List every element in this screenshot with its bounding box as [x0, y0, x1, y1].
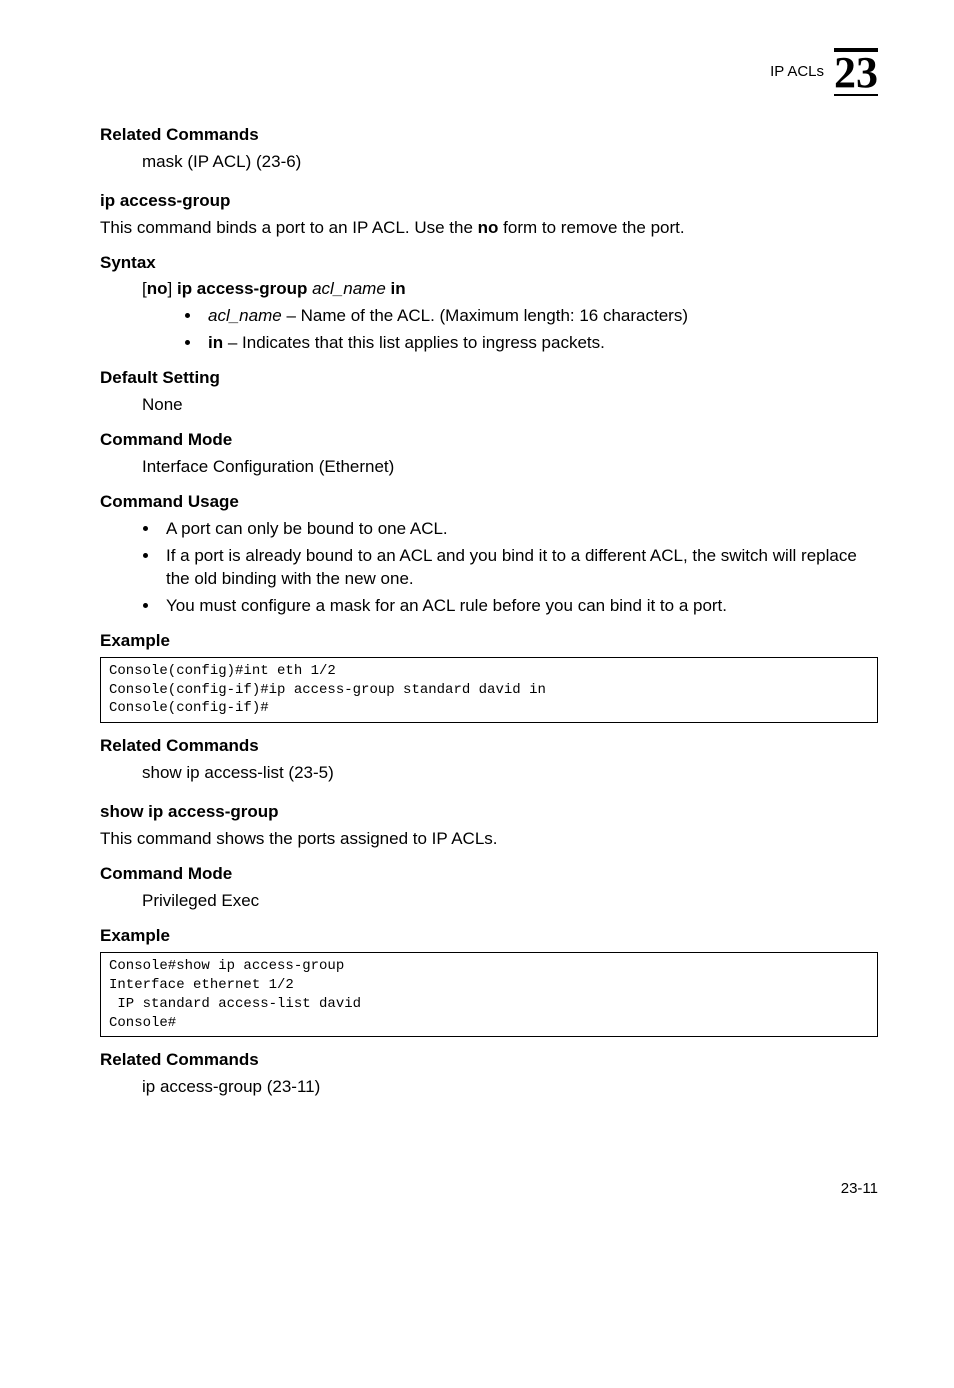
syntax-b1-aclname: acl_name: [208, 306, 282, 325]
example-code-1: Console(config)#int eth 1/2 Console(conf…: [100, 657, 878, 724]
example-code-2: Console#show ip access-group Interface e…: [100, 952, 878, 1038]
syntax-line: [no] ip access-group acl_name in: [142, 278, 878, 301]
syntax-bullet-1: acl_name – Name of the ACL. (Maximum len…: [202, 305, 878, 328]
syntax-cmd: ip access-group: [177, 279, 307, 298]
command-usage-list: A port can only be bound to one ACL. If …: [142, 518, 878, 618]
show-ip-access-group-intro: This command shows the ports assigned to…: [100, 828, 878, 851]
ip-access-group-heading: ip access-group: [100, 190, 878, 213]
syntax-b2-rest: – Indicates that this list applies to in…: [223, 333, 605, 352]
usage-bullet-1: A port can only be bound to one ACL.: [160, 518, 878, 541]
command-usage-heading: Command Usage: [100, 491, 878, 514]
related-commands-body-1: mask (IP ACL) (23-6): [142, 151, 878, 174]
example-heading-2: Example: [100, 925, 878, 948]
syntax-arg: acl_name: [307, 279, 390, 298]
syntax-bullet-2: in – Indicates that this list applies to…: [202, 332, 878, 355]
iag-intro-c: form to remove the port.: [498, 218, 684, 237]
page-header: IP ACLs 23: [100, 48, 878, 96]
syntax-in: in: [391, 279, 406, 298]
related-commands-body-2: show ip access-list (23-5): [142, 762, 878, 785]
usage-bullet-3: You must configure a mask for an ACL rul…: [160, 595, 878, 618]
command-mode-body-2: Privileged Exec: [142, 890, 878, 913]
related-commands-body-3: ip access-group (23-11): [142, 1076, 878, 1099]
ip-access-group-intro: This command binds a port to an IP ACL. …: [100, 217, 878, 240]
related-commands-heading-3: Related Commands: [100, 1049, 878, 1072]
show-ip-access-group-heading: show ip access-group: [100, 801, 878, 824]
header-label: IP ACLs: [770, 62, 824, 82]
iag-intro-no: no: [478, 218, 499, 237]
default-setting-body: None: [142, 394, 878, 417]
command-mode-body-1: Interface Configuration (Ethernet): [142, 456, 878, 479]
page-footer: 23-11: [100, 1179, 878, 1199]
syntax-bullets: acl_name – Name of the ACL. (Maximum len…: [184, 305, 878, 355]
related-commands-heading-2: Related Commands: [100, 735, 878, 758]
example-heading-1: Example: [100, 630, 878, 653]
syntax-b2-in: in: [208, 333, 223, 352]
syntax-bracket-close: ]: [168, 279, 177, 298]
syntax-heading: Syntax: [100, 252, 878, 275]
usage-bullet-2: If a port is already bound to an ACL and…: [160, 545, 878, 591]
syntax-b1-rest: – Name of the ACL. (Maximum length: 16 c…: [282, 306, 688, 325]
command-mode-heading-2: Command Mode: [100, 863, 878, 886]
default-setting-heading: Default Setting: [100, 367, 878, 390]
syntax-no: no: [147, 279, 168, 298]
command-mode-heading-1: Command Mode: [100, 429, 878, 452]
chapter-number: 23: [834, 48, 878, 96]
iag-intro-a: This command binds a port to an IP ACL. …: [100, 218, 478, 237]
related-commands-heading-1: Related Commands: [100, 124, 878, 147]
